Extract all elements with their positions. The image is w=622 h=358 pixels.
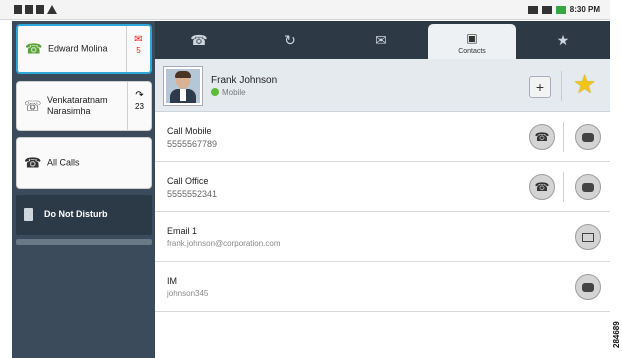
tab-contacts-label: Contacts [458,48,486,55]
contact-detail-panel: ☎ ↻ ✉ ▣ Contacts ★ Frank Johnson Mobile … [155,21,610,358]
email-button[interactable] [575,224,601,250]
row-label: IM [167,276,177,286]
favorites-star-icon: ★ [556,32,570,48]
presence-available-icon [211,88,219,96]
message-button[interactable] [575,124,601,150]
voicemail-indicator[interactable]: ✉ 5 [126,26,150,72]
warning-icon [47,5,57,14]
chat-bubble-icon [582,283,594,293]
row-label: Call Office [167,176,209,186]
line-venkataratnam-narasimha[interactable]: ☏ Venkataratnam Narasimha ↷ 23 [16,81,152,131]
im-button[interactable] [575,274,601,300]
handset-icon: ☏ [24,97,42,114]
detail-row-call-office[interactable]: Call Office 5555552341 ☎ [155,162,610,212]
contacts-icon: ▣ [466,31,478,45]
avatar [164,67,202,105]
battery-icon [555,5,566,14]
divider [563,172,564,202]
tab-voicemail[interactable]: ✉ [337,21,425,59]
contact-header: Frank Johnson Mobile + ★ [155,59,610,112]
voicemail-icon: ✉ [375,32,387,48]
tab-phone[interactable]: ☎ [155,21,243,59]
rail-scrollbar[interactable] [16,239,152,245]
voicemail-icon: ✉ [134,34,143,45]
line-all-calls[interactable]: ☎ All Calls [16,137,152,189]
contact-status-text: Mobile [222,88,246,97]
history-icon: ↻ [284,32,296,48]
signal-icon [541,5,552,14]
system-icons: 8:30 PM [527,5,600,14]
debug-icon [36,5,44,14]
message-button[interactable] [575,174,601,200]
do-not-disturb-button[interactable]: Do Not Disturb [16,195,152,235]
row-value: 5555567789 [167,139,218,149]
chat-bubble-icon [582,133,594,143]
clock: 8:30 PM [569,5,600,14]
call-button[interactable]: ☎ [529,174,555,200]
line-edward-molina[interactable]: ☎ Edward Molina ✉ 5 [16,24,152,74]
usb-icon [25,5,33,14]
detail-row-call-mobile[interactable]: Call Mobile 5555567789 ☎ [155,112,610,162]
phone-icon: ☎ [534,180,550,194]
figure-code: 284689 [612,321,621,348]
row-label: Call Mobile [167,126,212,136]
line-label: Edward Molina [48,43,108,54]
call-button[interactable]: ☎ [529,124,555,150]
usb-icon [14,5,22,14]
envelope-icon [582,233,594,243]
tab-favorites[interactable]: ★ [519,21,607,59]
row-value: 5555552341 [167,189,218,199]
tab-bar: ☎ ↻ ✉ ▣ Contacts ★ [155,21,610,59]
row-label: Email 1 [167,226,198,236]
avatar-collar [180,89,186,101]
favorite-star-icon[interactable]: ★ [573,69,596,99]
line-rail: ☎ Edward Molina ✉ 5 ☏ Venkataratnam Nara… [12,21,155,358]
tab-history[interactable]: ↻ [246,21,334,59]
phone-icon: ☎ [190,32,208,48]
phone-ringing-icon: ☎ [25,40,43,57]
row-value: johnson345 [167,289,209,298]
do-not-disturb-label: Do Not Disturb [44,209,108,219]
line-label: All Calls [47,157,80,168]
avatar-hair [175,71,191,78]
notification-icons [14,5,57,14]
tab-contacts[interactable]: ▣ Contacts [428,24,516,59]
detail-row-email[interactable]: Email 1 frank.johnson@corporation.com [155,212,610,262]
phone-icon: ☎ [534,130,550,144]
call-history-icon: ↷ [135,90,144,101]
status-bar: 8:30 PM [0,0,610,20]
row-value: frank.johnson@corporation.com [167,239,281,248]
voicemail-count: 5 [136,46,141,55]
contact-name: Frank Johnson [211,75,278,86]
add-contact-button[interactable]: + [529,76,551,98]
dnd-icon [24,208,33,221]
all-calls-icon: ☎ [24,154,42,171]
call-history-count: 23 [135,102,144,111]
divider [561,71,562,101]
divider [563,122,564,152]
network-icon [527,5,538,14]
line-label: Venkataratnam Narasimha [47,95,108,116]
contact-status: Mobile [211,88,246,97]
call-history-indicator[interactable]: ↷ 23 [127,82,151,130]
chat-bubble-icon [582,183,594,193]
detail-row-im[interactable]: IM johnson345 [155,262,610,312]
